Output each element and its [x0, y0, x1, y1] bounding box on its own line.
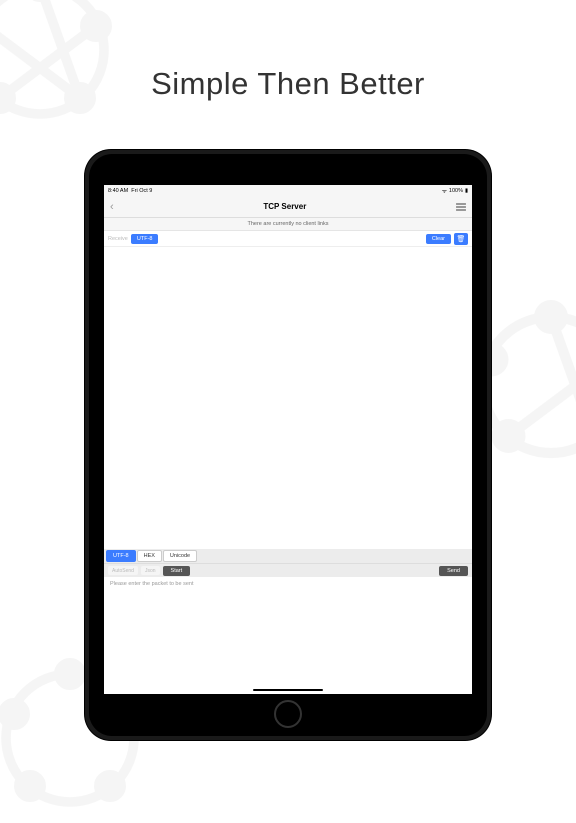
- start-button[interactable]: Start: [163, 566, 191, 576]
- home-button[interactable]: [274, 700, 302, 728]
- status-bar: 8:40 AM Fri Oct 9 ᯤ 100% ▮: [104, 185, 472, 196]
- encoding-tabs: UTF-8 HEX Unicode: [104, 549, 472, 563]
- wifi-icon: ᯤ: [442, 187, 447, 195]
- receive-toolbar: Receive UTF-8 Clear 🗑: [104, 231, 472, 247]
- clear-button[interactable]: Clear: [426, 234, 451, 244]
- tab-hex[interactable]: HEX: [137, 550, 162, 562]
- send-toolbar: AutoSend Json Start Send: [104, 563, 472, 577]
- nav-bar: ‹ TCP Server: [104, 196, 472, 218]
- battery-percent: 100%: [449, 188, 463, 194]
- app-screen: 8:40 AM Fri Oct 9 ᯤ 100% ▮ ‹ TCP Server …: [104, 185, 472, 694]
- tab-unicode[interactable]: Unicode: [163, 550, 197, 562]
- status-date: Fri Oct 9: [131, 188, 152, 194]
- json-chip[interactable]: Json: [141, 566, 160, 575]
- battery-icon: ▮: [465, 188, 468, 194]
- tablet-frame: 8:40 AM Fri Oct 9 ᯤ 100% ▮ ‹ TCP Server …: [85, 150, 491, 740]
- receive-label: Receive: [108, 236, 128, 242]
- list-icon[interactable]: [456, 202, 466, 212]
- trash-icon[interactable]: 🗑: [454, 233, 468, 245]
- send-button[interactable]: Send: [439, 566, 468, 576]
- page-headline: Simple Then Better: [0, 66, 576, 102]
- network-bg-icon: [0, 0, 120, 130]
- tab-utf8[interactable]: UTF-8: [106, 550, 136, 562]
- status-time: 8:40 AM: [108, 188, 128, 194]
- back-button[interactable]: ‹: [110, 201, 114, 213]
- packet-input[interactable]: Please enter the packet to be sent: [104, 577, 472, 591]
- home-indicator: [253, 689, 323, 692]
- receive-encoding-button[interactable]: UTF-8: [131, 234, 159, 244]
- screen-title: TCP Server: [263, 202, 306, 211]
- receive-area: [104, 247, 472, 549]
- autosend-chip[interactable]: AutoSend: [108, 566, 138, 575]
- client-status-bar: There are currently no client links: [104, 218, 472, 231]
